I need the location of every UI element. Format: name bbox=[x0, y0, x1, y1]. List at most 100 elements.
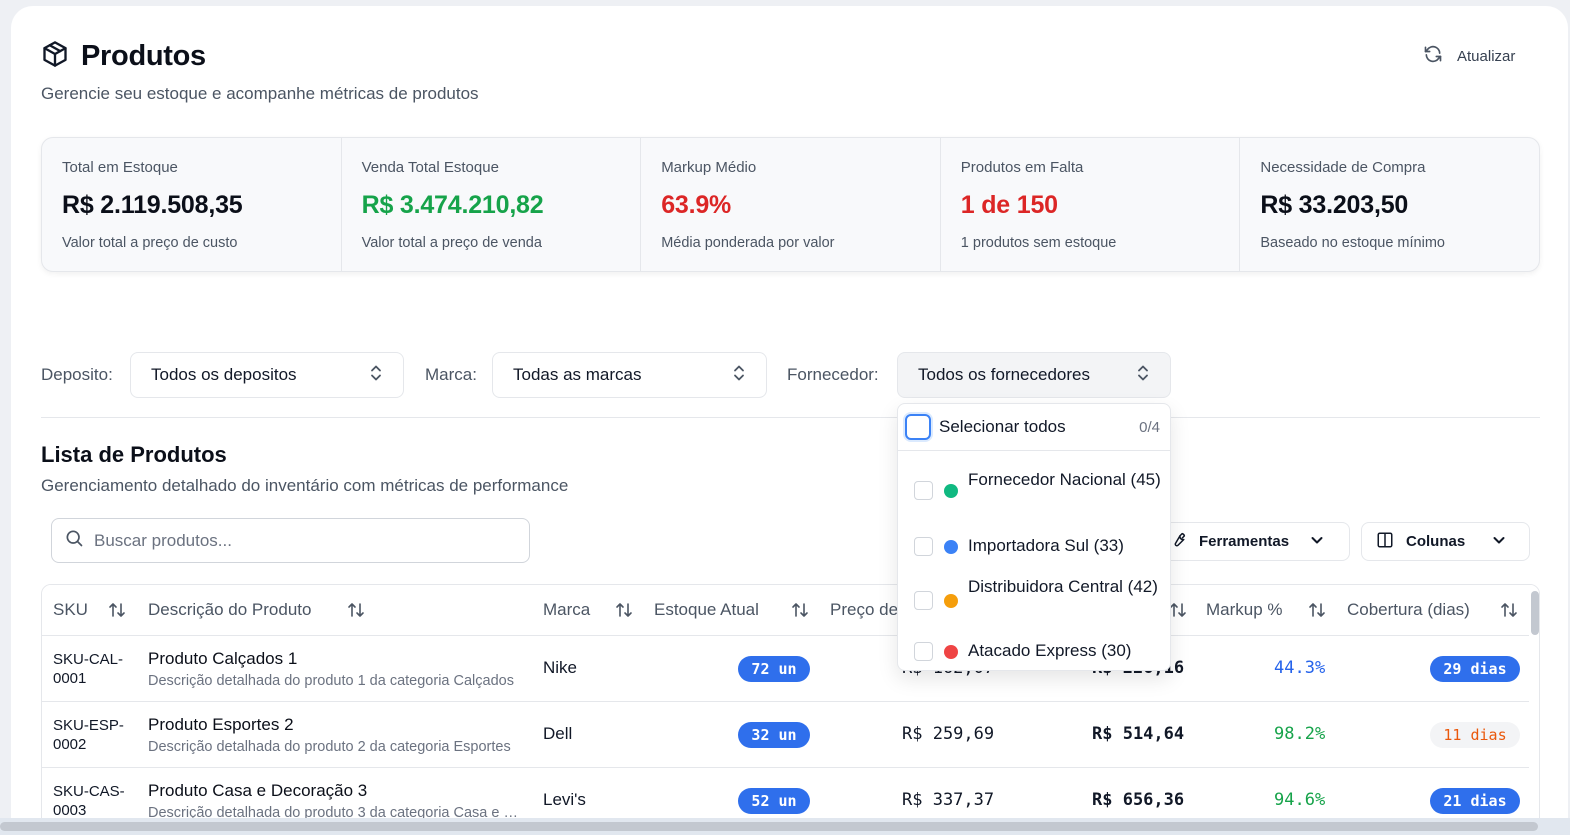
page-title: Produtos bbox=[81, 40, 206, 72]
refresh-icon bbox=[1423, 44, 1443, 68]
page-horizontal-scrollbar[interactable] bbox=[0, 818, 1570, 835]
supplier-checkbox[interactable] bbox=[914, 642, 933, 661]
chevron-down-icon bbox=[1491, 532, 1507, 552]
supplier-label: Atacado Express (30) bbox=[968, 641, 1132, 660]
search-input[interactable] bbox=[94, 530, 514, 551]
column-header-markup[interactable]: Markup % bbox=[1206, 600, 1283, 620]
stat-label: Total em Estoque bbox=[62, 159, 178, 176]
page-header: Produtos bbox=[41, 40, 206, 73]
chevron-updown-icon bbox=[732, 364, 746, 387]
column-header-price[interactable]: Preço de bbox=[830, 600, 898, 620]
list-subtitle: Gerenciamento detalhado do inventário co… bbox=[41, 476, 569, 495]
select-all-label: Selecionar todos bbox=[939, 417, 1066, 436]
coverage-badge: 29 dias bbox=[1430, 656, 1520, 682]
marca-select-value: Todas as marcas bbox=[513, 365, 642, 384]
supplier-checkbox[interactable] bbox=[914, 537, 933, 556]
supplier-option[interactable]: Fornecedor Nacional (45) bbox=[898, 464, 1170, 516]
chevron-updown-icon bbox=[369, 364, 383, 387]
scrollbar-thumb[interactable] bbox=[0, 822, 1538, 831]
products-table: SKU Descrição do Produto Marca Estoque A… bbox=[41, 584, 1540, 818]
package-icon bbox=[41, 40, 69, 73]
column-header-brand[interactable]: Marca bbox=[543, 600, 590, 620]
scrollbar-thumb[interactable] bbox=[1531, 591, 1539, 635]
coverage-badge: 11 dias bbox=[1430, 722, 1520, 748]
supplier-label: Importadora Sul (33) bbox=[968, 536, 1124, 555]
sort-icon[interactable] bbox=[108, 601, 126, 624]
table-row[interactable]: SKU-CAS-0003 Produto Casa e Decoração 3 … bbox=[42, 768, 1539, 818]
stat-card-produtos-em-falta: Produtos em Falta 1 de 150 1 produtos se… bbox=[941, 138, 1241, 271]
wrench-icon bbox=[1169, 531, 1187, 553]
stat-value: R$ 2.119.508,35 bbox=[62, 191, 243, 219]
supplier-color-dot bbox=[944, 484, 958, 498]
sku-cell: SKU-ESP-0002 bbox=[53, 717, 124, 753]
product-name: Produto Casa e Decoração 3 bbox=[148, 781, 368, 800]
list-title: Lista de Produtos bbox=[41, 442, 227, 467]
supplier-option[interactable]: Importadora Sul (33) bbox=[898, 528, 1170, 564]
chevron-down-icon bbox=[1309, 532, 1325, 552]
price-cell: R$ 514,64 bbox=[1092, 724, 1185, 744]
stat-caption: Valor total a preço de venda bbox=[361, 235, 542, 251]
page-subtitle: Gerencie seu estoque e acompanhe métrica… bbox=[41, 84, 479, 103]
stat-label: Venda Total Estoque bbox=[361, 159, 499, 176]
table-row[interactable]: SKU-CAL-0001 Produto Calçados 1 Descriçã… bbox=[42, 636, 1539, 702]
supplier-label: Fornecedor Nacional (45) bbox=[968, 470, 1161, 489]
table-row[interactable]: SKU-ESP-0002 Produto Esportes 2 Descriçã… bbox=[42, 702, 1539, 768]
column-header-stock[interactable]: Estoque Atual bbox=[654, 600, 759, 620]
columns-dropdown-button[interactable]: Colunas bbox=[1361, 522, 1530, 561]
sku-cell: SKU-CAS-0003 bbox=[53, 783, 125, 818]
product-description: Descrição detalhada do produto 2 da cate… bbox=[148, 739, 511, 755]
sort-icon[interactable] bbox=[347, 601, 365, 624]
markup-cell: 94.6% bbox=[1274, 790, 1326, 810]
stat-label: Necessidade de Compra bbox=[1260, 159, 1426, 176]
product-description: Descrição detalhada do produto 1 da cate… bbox=[148, 673, 514, 689]
search-box[interactable] bbox=[51, 518, 530, 563]
brand-cell: Dell bbox=[543, 724, 573, 743]
selected-count: 0/4 bbox=[1139, 419, 1160, 436]
sort-icon[interactable] bbox=[615, 601, 633, 624]
fornecedor-label: Fornecedor: bbox=[787, 365, 879, 384]
stat-card-necessidade-compra: Necessidade de Compra R$ 33.203,50 Basea… bbox=[1240, 138, 1539, 271]
chevron-updown-icon bbox=[1136, 364, 1150, 387]
tools-dropdown-button[interactable]: Ferramentas bbox=[1159, 522, 1350, 561]
sort-icon[interactable] bbox=[791, 601, 809, 624]
columns-label: Colunas bbox=[1406, 533, 1466, 550]
stat-label: Produtos em Falta bbox=[960, 159, 1084, 176]
supplier-label: Distribuidora Central (42) bbox=[968, 577, 1158, 596]
price-cell: R$ 656,36 bbox=[1092, 790, 1185, 810]
supplier-checkbox[interactable] bbox=[914, 591, 933, 610]
stat-caption: Baseado no estoque mínimo bbox=[1260, 235, 1445, 251]
marca-select[interactable]: Todas as marcas bbox=[492, 352, 767, 398]
fornecedor-select-value: Todos os fornecedores bbox=[918, 365, 1090, 384]
select-all-checkbox[interactable] bbox=[905, 414, 931, 440]
sort-icon[interactable] bbox=[1169, 601, 1187, 624]
stat-caption: Valor total a preço de custo bbox=[62, 235, 238, 251]
column-header-sku[interactable]: SKU bbox=[53, 600, 88, 620]
fornecedor-select[interactable]: Todos os fornecedores bbox=[897, 352, 1171, 398]
markup-cell: 44.3% bbox=[1274, 658, 1326, 678]
deposito-label: Deposito: bbox=[41, 365, 113, 384]
stat-card-total-estoque: Total em Estoque R$ 2.119.508,35 Valor t… bbox=[42, 138, 342, 271]
supplier-color-dot bbox=[944, 645, 958, 659]
stock-badge: 52 un bbox=[738, 788, 810, 814]
column-header-description[interactable]: Descrição do Produto bbox=[148, 600, 311, 620]
deposito-select[interactable]: Todos os depositos bbox=[130, 352, 404, 398]
tools-label: Ferramentas bbox=[1199, 533, 1290, 550]
sku-cell: SKU-CAL-0001 bbox=[53, 651, 124, 687]
column-header-coverage[interactable]: Cobertura (dias) bbox=[1347, 600, 1470, 620]
stat-value: 1 de 150 bbox=[960, 191, 1058, 219]
stat-card-markup-medio: Markup Médio 63.9% Média ponderada por v… bbox=[641, 138, 941, 271]
coverage-badge: 21 dias bbox=[1430, 788, 1520, 814]
refresh-button[interactable]: Atualizar bbox=[1423, 44, 1515, 68]
select-all-row[interactable]: Selecionar todos 0/4 bbox=[898, 404, 1170, 451]
supplier-color-dot bbox=[944, 594, 958, 608]
stat-card-venda-total: Venda Total Estoque R$ 3.474.210,82 Valo… bbox=[342, 138, 642, 271]
supplier-option[interactable]: Distribuidora Central (42) bbox=[898, 574, 1170, 626]
sort-icon[interactable] bbox=[1308, 601, 1326, 624]
markup-cell: 98.2% bbox=[1274, 724, 1326, 744]
table-vertical-scrollbar[interactable] bbox=[1529, 585, 1539, 818]
sort-icon[interactable] bbox=[1500, 601, 1518, 624]
product-name: Produto Esportes 2 bbox=[148, 715, 294, 734]
supplier-checkbox[interactable] bbox=[914, 481, 933, 500]
supplier-option[interactable]: Atacado Express (30) bbox=[898, 633, 1170, 669]
deposito-select-value: Todos os depositos bbox=[151, 365, 297, 384]
